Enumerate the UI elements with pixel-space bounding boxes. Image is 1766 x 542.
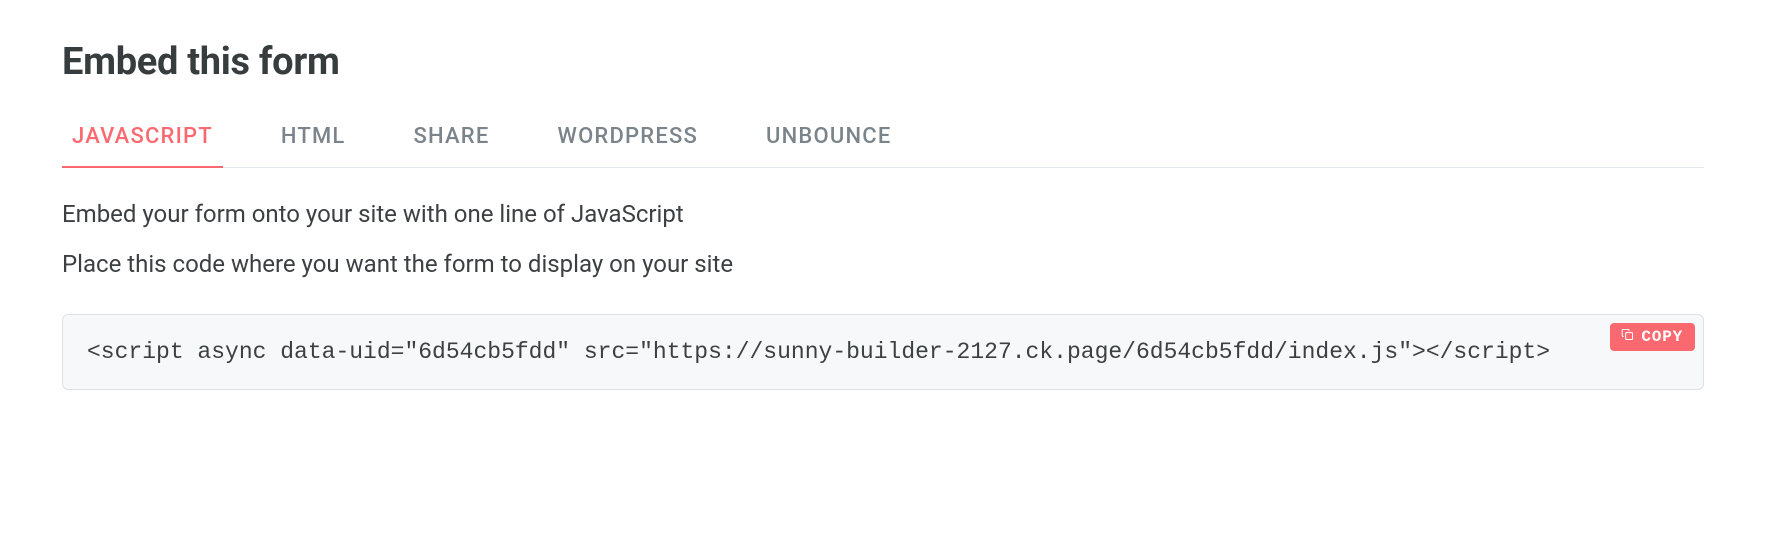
- code-snippet-text: <script async data-uid="6d54cb5fdd" src=…: [87, 339, 1550, 365]
- code-block[interactable]: <script async data-uid="6d54cb5fdd" src=…: [62, 314, 1704, 390]
- tab-share[interactable]: SHARE: [404, 116, 500, 167]
- copy-icon: [1620, 327, 1635, 347]
- copy-button-label: COPY: [1641, 328, 1683, 346]
- tab-javascript[interactable]: JAVASCRIPT: [62, 116, 223, 167]
- tab-unbounce[interactable]: UNBOUNCE: [756, 116, 901, 167]
- copy-button[interactable]: COPY: [1610, 323, 1695, 351]
- page-title: Embed this form: [62, 40, 1704, 84]
- tabs-nav: JAVASCRIPT HTML SHARE WORDPRESS UNBOUNCE: [62, 116, 1704, 168]
- tab-html[interactable]: HTML: [271, 116, 356, 167]
- embed-description: Embed your form onto your site with one …: [62, 200, 1704, 228]
- embed-instruction: Place this code where you want the form …: [62, 250, 1704, 278]
- tab-wordpress[interactable]: WORDPRESS: [548, 116, 709, 167]
